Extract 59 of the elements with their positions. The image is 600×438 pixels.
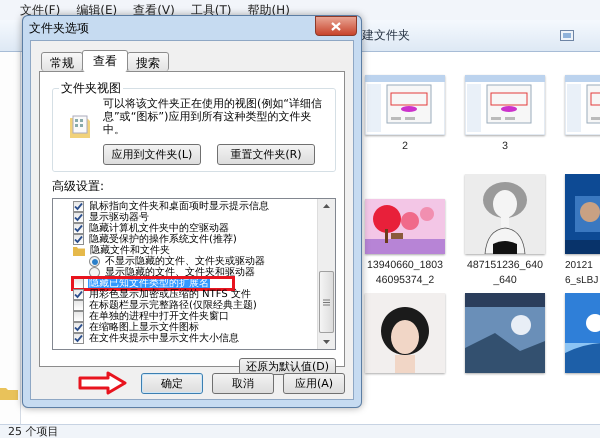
screenshot-thumbnail[interactable] <box>465 75 545 135</box>
setting-label[interactable]: 在标题栏显示完整路径(仅限经典主题) <box>88 300 258 311</box>
file-name: 13940660_1803 <box>367 258 443 273</box>
scrollbar-thumb[interactable] <box>319 271 334 333</box>
dialog-button[interactable]: 取消 <box>212 372 274 394</box>
radio-button[interactable] <box>89 256 100 267</box>
folder-view-icon <box>69 115 91 139</box>
new-folder-button[interactable]: 建文件夹 <box>362 27 410 44</box>
checkbox[interactable] <box>73 223 84 234</box>
tab[interactable]: 常规 <box>41 52 83 71</box>
menu-item[interactable]: 文件(F) <box>12 2 68 18</box>
setting-label[interactable]: 隐藏文件和文件夹 <box>89 245 171 256</box>
menu-item[interactable]: 帮助(H) <box>240 2 298 18</box>
group-title: 文件夹视图 <box>60 80 122 97</box>
file-name: 6_sLBJ <box>565 274 598 288</box>
menu-item[interactable]: 工具(T) <box>182 2 240 18</box>
setting-label[interactable]: 隐藏受保护的操作系统文件(推荐) <box>88 234 238 245</box>
dialog-button[interactable]: 应用(A) <box>283 372 345 394</box>
section-label: 高级设置: <box>52 178 106 195</box>
menu-item[interactable]: 编辑(E) <box>68 2 126 18</box>
setting-label[interactable]: 显示驱动器号 <box>88 212 150 223</box>
checkbox[interactable] <box>73 333 84 344</box>
file-name: 20121 <box>565 259 593 273</box>
setting-label[interactable]: 显示隐藏的文件、文件夹和驱动器 <box>104 267 256 278</box>
setting-label[interactable]: 不显示隐藏的文件、文件夹或驱动器 <box>104 256 266 267</box>
restore-defaults-button[interactable]: 还原为默认值(D) <box>238 358 336 375</box>
file-name: _640 <box>493 273 517 288</box>
setting-label[interactable]: 鼠标指向文件夹和桌面项时显示提示信息 <box>88 201 270 212</box>
checkbox[interactable] <box>73 300 84 311</box>
tab[interactable]: 搜索 <box>127 52 169 71</box>
folder-icon <box>73 246 85 256</box>
checkbox[interactable] <box>73 212 84 223</box>
dialog-title: 文件夹选项 <box>29 20 89 36</box>
folder-view-button[interactable]: 重置文件夹(R) <box>217 144 315 165</box>
item-count: 25 个项目 <box>8 425 58 438</box>
setting-label[interactable]: 在缩略图上显示文件图标 <box>88 322 200 333</box>
file-name: 2 <box>402 139 408 154</box>
checkbox[interactable] <box>73 234 84 245</box>
file-name: 487151236_640 <box>467 258 543 273</box>
folder-view-button[interactable]: 应用到文件夹(L) <box>103 144 201 165</box>
checkbox[interactable] <box>73 201 84 212</box>
close-button[interactable] <box>315 16 357 36</box>
setting-label[interactable]: 隐藏计算机文件夹中的空驱动器 <box>88 223 230 234</box>
setting-label[interactable]: 在单独的进程中打开文件夹窗口 <box>88 311 230 322</box>
setting-label[interactable]: 用彩色显示加密或压缩的 NTFS 文件 <box>88 289 252 300</box>
checkbox[interactable] <box>73 289 84 300</box>
checkbox[interactable] <box>73 322 84 333</box>
file-name: 46095374_2 <box>376 273 434 288</box>
view-icon[interactable] <box>560 30 574 41</box>
pointer-arrow <box>78 371 128 395</box>
description: 可以将该文件夹正在使用的视图(例如“详细信息”或“图标”)应用到所有这种类型的文件夹中。 <box>103 97 323 136</box>
tab[interactable]: 查看 <box>82 50 128 72</box>
setting-label[interactable]: 在文件夹提示中显示文件大小信息 <box>88 333 240 344</box>
close-icon <box>331 22 341 30</box>
screenshot-thumbnail[interactable] <box>365 75 445 135</box>
checkbox[interactable] <box>73 311 84 322</box>
file-name: 3 <box>502 139 508 154</box>
menu-item[interactable]: 查看(V) <box>125 2 183 18</box>
dialog-button[interactable]: 确定 <box>141 372 203 394</box>
